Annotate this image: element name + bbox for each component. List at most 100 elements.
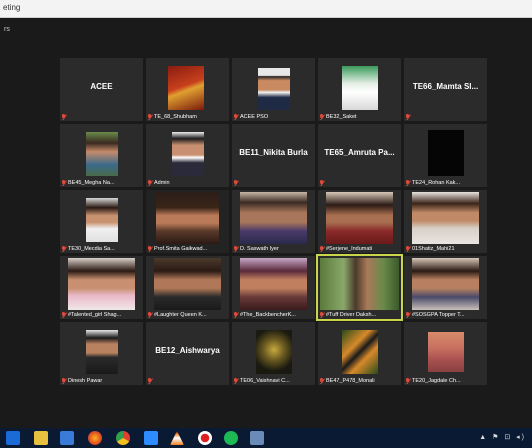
participant-label: TE24_Rohan Kak...	[406, 180, 485, 186]
participant-label: Dinesh Pawar	[62, 378, 141, 384]
mic-muted-icon	[320, 246, 324, 252]
participant-label: 01Shatiz_Mahi21	[406, 246, 485, 252]
avatar	[86, 132, 118, 176]
participant-label: Prof.Smita Gaikwad...	[148, 246, 227, 252]
mic-muted-icon	[148, 114, 152, 120]
participant-label: BE45_Megha Na...	[62, 180, 141, 186]
mic-muted-icon	[62, 180, 66, 186]
avatar	[256, 330, 292, 374]
avatar	[428, 130, 464, 176]
participant-label: #Laughter Queen K...	[148, 312, 227, 318]
avatar	[86, 330, 118, 374]
participant-tile[interactable]: BE45_Megha Na...	[60, 124, 143, 187]
participant-label: TE06_Vaishnavi C...	[234, 378, 313, 384]
vlc-icon[interactable]	[170, 431, 184, 445]
video-feed	[156, 192, 219, 244]
mic-muted-icon	[62, 378, 66, 384]
mic-muted-icon	[148, 378, 152, 384]
avatar	[172, 132, 204, 176]
meeting-app: eting rs ACEE TE_68_Shubham ACEE PSO BE3…	[0, 0, 532, 448]
participant-label: #Serjene_Indumati	[320, 246, 399, 252]
mic-muted-icon	[320, 114, 324, 120]
participant-label: TE30_Mecdia Sa...	[62, 246, 141, 252]
video-feed	[412, 192, 479, 244]
avatar	[428, 332, 464, 372]
participant-label	[320, 180, 399, 186]
file-explorer-icon[interactable]	[34, 431, 48, 445]
avatar	[258, 68, 290, 110]
participant-tile[interactable]: TE65_Amruta Pa...	[318, 124, 401, 187]
mic-muted-icon	[62, 114, 66, 120]
window-title: eting	[3, 3, 21, 12]
participant-tile[interactable]: TE24_Rohan Kak...	[404, 124, 487, 187]
video-feed	[320, 258, 399, 310]
participant-label: ACEE PSO	[234, 114, 313, 120]
spotify-icon[interactable]	[224, 431, 238, 445]
video-feed	[412, 258, 479, 310]
participant-tile[interactable]: Admin	[146, 124, 229, 187]
participant-tile[interactable]: D. Saswath Iyer	[232, 190, 315, 253]
mic-muted-icon	[406, 180, 410, 186]
window-titlebar: eting	[0, 0, 532, 18]
participant-tile[interactable]: Prof.Smita Gaikwad...	[146, 190, 229, 253]
participant-name: TE65_Amruta Pa...	[324, 148, 395, 157]
participant-label: TE20_Jagdale Ch...	[406, 378, 485, 384]
media-icon[interactable]	[60, 431, 74, 445]
avatar	[86, 198, 118, 242]
mic-muted-icon	[234, 180, 238, 186]
participant-tile[interactable]: Dinesh Pawar	[60, 322, 143, 385]
participant-tile[interactable]: BE12_Aishwarya	[146, 322, 229, 385]
participant-tile[interactable]: TE20_Jagdale Ch...	[404, 322, 487, 385]
video-feed	[154, 258, 221, 310]
participant-tile[interactable]: #Talented_girl Shag...	[60, 256, 143, 319]
participant-tile[interactable]: TE_68_Shubham	[146, 58, 229, 121]
participant-name: BE11_Nikita Burla	[239, 148, 308, 157]
participant-tile[interactable]: 01Shatiz_Mahi21	[404, 190, 487, 253]
participant-name: ACEE	[90, 82, 113, 91]
participant-label: Admin	[148, 180, 227, 186]
avatar	[342, 66, 378, 110]
video-feed	[240, 192, 307, 244]
participant-tile[interactable]: BE11_Nikita Burla	[232, 124, 315, 187]
mic-muted-icon	[148, 180, 152, 186]
participant-tile[interactable]: TE06_Vaishnavi C...	[232, 322, 315, 385]
participant-tile[interactable]: #Serjene_Indumati	[318, 190, 401, 253]
participant-tile[interactable]: TE66_Mamta Sl...	[404, 58, 487, 121]
mic-muted-icon	[234, 246, 238, 252]
participant-label	[148, 378, 227, 384]
participant-label: #SOSGPA Topper T...	[406, 312, 485, 318]
mic-muted-icon	[234, 312, 238, 318]
mic-muted-icon	[320, 180, 324, 186]
mic-muted-icon	[320, 312, 324, 318]
participant-label: #The_BackbencherK...	[234, 312, 313, 318]
mic-muted-icon	[62, 246, 66, 252]
mic-muted-icon	[148, 246, 152, 252]
mic-muted-icon	[406, 246, 410, 252]
system-tray[interactable]: ▲ ⚑ ⊡ ◂)	[479, 433, 526, 441]
chrome-icon[interactable]	[116, 431, 130, 445]
video-feed	[68, 258, 135, 310]
participant-tile[interactable]: #Laughter Queen K...	[146, 256, 229, 319]
participant-tile-active-speaker[interactable]: #Tuff Driver Daksh...	[316, 254, 403, 321]
participant-label: BE32_Saket	[320, 114, 399, 120]
video-feed	[240, 258, 307, 310]
participant-tile[interactable]: ACEE	[60, 58, 143, 121]
participant-label	[234, 180, 313, 186]
firefox-icon[interactable]	[88, 431, 102, 445]
sidebar-hint: rs	[4, 26, 10, 33]
mic-muted-icon	[148, 312, 152, 318]
participant-tile[interactable]: #The_BackbencherK...	[232, 256, 315, 319]
avatar	[342, 330, 378, 374]
participant-tile[interactable]: #SOSGPA Topper T...	[404, 256, 487, 319]
mic-muted-icon	[406, 378, 410, 384]
record-icon[interactable]	[198, 431, 212, 445]
start-icon[interactable]	[6, 431, 20, 445]
participant-tile[interactable]: BE47_P478_Monali	[318, 322, 401, 385]
taskbar: ▲ ⚑ ⊡ ◂)	[0, 428, 532, 448]
participant-label: D. Saswath Iyer	[234, 246, 313, 252]
zoom-icon[interactable]	[144, 431, 158, 445]
app-icon[interactable]	[250, 431, 264, 445]
participant-tile[interactable]: ACEE PSO	[232, 58, 315, 121]
participant-tile[interactable]: TE30_Mecdia Sa...	[60, 190, 143, 253]
participant-tile[interactable]: BE32_Saket	[318, 58, 401, 121]
